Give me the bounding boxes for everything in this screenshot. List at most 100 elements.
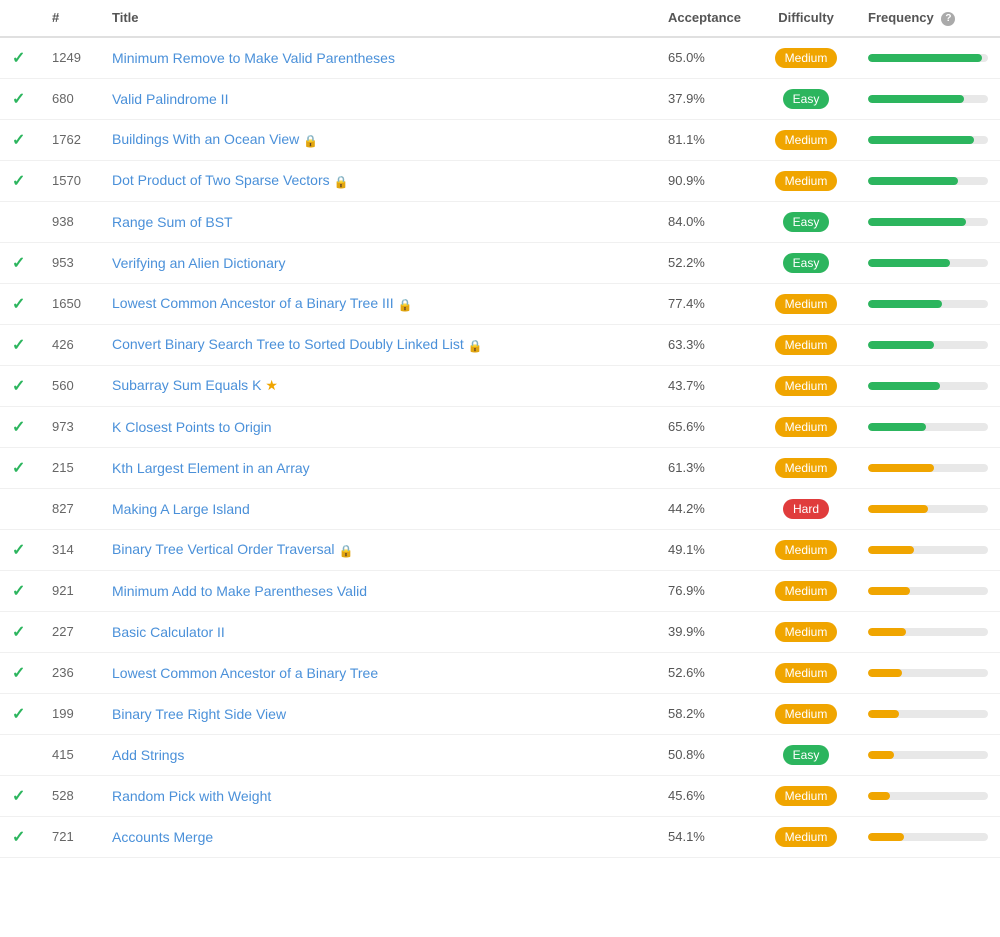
frequency-bar-background bbox=[868, 95, 988, 103]
difficulty-badge-cell: Medium bbox=[756, 324, 856, 365]
check-mark: ✓ bbox=[12, 173, 25, 190]
acceptance-rate: 58.2% bbox=[656, 693, 756, 734]
check-cell: ✓ bbox=[0, 242, 40, 283]
check-mark: ✓ bbox=[12, 706, 25, 723]
problem-title-cell: Lowest Common Ancestor of a Binary Tree bbox=[100, 652, 656, 693]
check-cell: ✓ bbox=[0, 652, 40, 693]
frequency-bar-fill bbox=[868, 833, 904, 841]
problem-title-link[interactable]: Making A Large Island bbox=[112, 501, 250, 517]
problem-title-link[interactable]: Lowest Common Ancestor of a Binary Tree bbox=[112, 665, 378, 681]
problem-title-cell: Minimum Remove to Make Valid Parentheses bbox=[100, 37, 656, 79]
problem-title-link[interactable]: Binary Tree Vertical Order Traversal bbox=[112, 541, 335, 557]
problem-title-link[interactable]: Valid Palindrome II bbox=[112, 91, 228, 107]
difficulty-badge-cell: Medium bbox=[756, 37, 856, 79]
problem-title-cell: Binary Tree Right Side View bbox=[100, 693, 656, 734]
frequency-bar-background bbox=[868, 218, 988, 226]
acceptance-rate: 90.9% bbox=[656, 160, 756, 201]
frequency-bar-fill bbox=[868, 177, 958, 185]
difficulty-badge: Easy bbox=[783, 89, 830, 109]
acceptance-rate: 61.3% bbox=[656, 447, 756, 488]
acceptance-rate: 45.6% bbox=[656, 775, 756, 816]
check-mark: ✓ bbox=[12, 542, 25, 559]
problem-number: 426 bbox=[40, 324, 100, 365]
problem-title-link[interactable]: Kth Largest Element in an Array bbox=[112, 460, 310, 476]
acceptance-rate: 37.9% bbox=[656, 78, 756, 119]
check-mark: ✓ bbox=[12, 583, 25, 600]
problem-title-link[interactable]: Subarray Sum Equals K bbox=[112, 377, 261, 393]
acceptance-rate: 52.6% bbox=[656, 652, 756, 693]
frequency-bar-fill bbox=[868, 669, 902, 677]
problem-number: 1650 bbox=[40, 283, 100, 324]
problem-title-link[interactable]: Minimum Add to Make Parentheses Valid bbox=[112, 583, 367, 599]
lock-icon: 🔒 bbox=[398, 298, 413, 312]
frequency-bar-background bbox=[868, 546, 988, 554]
frequency-bar-cell bbox=[856, 119, 1000, 160]
acceptance-rate: 44.2% bbox=[656, 488, 756, 529]
problem-number: 938 bbox=[40, 201, 100, 242]
problem-title-link[interactable]: Buildings With an Ocean View bbox=[112, 131, 299, 147]
acceptance-header: Acceptance bbox=[656, 0, 756, 37]
difficulty-badge-cell: Medium bbox=[756, 119, 856, 160]
problems-table: # Title Acceptance Difficulty Frequency … bbox=[0, 0, 1000, 858]
frequency-help-icon[interactable]: ? bbox=[941, 12, 955, 26]
frequency-bar-cell bbox=[856, 652, 1000, 693]
acceptance-rate: 49.1% bbox=[656, 529, 756, 570]
problem-title-link[interactable]: Lowest Common Ancestor of a Binary Tree … bbox=[112, 295, 394, 311]
num-header: # bbox=[40, 0, 100, 37]
problem-number: 236 bbox=[40, 652, 100, 693]
difficulty-badge: Medium bbox=[775, 294, 838, 314]
frequency-bar-cell bbox=[856, 775, 1000, 816]
check-cell: ✓ bbox=[0, 283, 40, 324]
problem-title-link[interactable]: Minimum Remove to Make Valid Parentheses bbox=[112, 50, 395, 66]
problem-title-cell: Lowest Common Ancestor of a Binary Tree … bbox=[100, 283, 656, 324]
frequency-bar-cell bbox=[856, 283, 1000, 324]
problem-title-cell: Kth Largest Element in an Array bbox=[100, 447, 656, 488]
problem-number: 314 bbox=[40, 529, 100, 570]
frequency-bar-cell bbox=[856, 447, 1000, 488]
frequency-bar-background bbox=[868, 464, 988, 472]
problem-title-cell: Accounts Merge bbox=[100, 816, 656, 857]
difficulty-badge-cell: Medium bbox=[756, 160, 856, 201]
frequency-bar-background bbox=[868, 669, 988, 677]
problem-title-link[interactable]: Dot Product of Two Sparse Vectors bbox=[112, 172, 330, 188]
frequency-bar-cell bbox=[856, 693, 1000, 734]
problem-title-link[interactable]: Verifying an Alien Dictionary bbox=[112, 255, 286, 271]
problem-title-cell: Basic Calculator II bbox=[100, 611, 656, 652]
frequency-bar-background bbox=[868, 833, 988, 841]
difficulty-badge: Medium bbox=[775, 376, 838, 396]
problem-title-link[interactable]: Accounts Merge bbox=[112, 829, 213, 845]
problem-title-link[interactable]: Range Sum of BST bbox=[112, 214, 233, 230]
check-cell: ✓ bbox=[0, 775, 40, 816]
frequency-bar-cell bbox=[856, 160, 1000, 201]
difficulty-badge-cell: Medium bbox=[756, 570, 856, 611]
frequency-bar-cell bbox=[856, 611, 1000, 652]
frequency-bar-cell bbox=[856, 816, 1000, 857]
frequency-bar-fill bbox=[868, 628, 906, 636]
difficulty-badge: Easy bbox=[783, 745, 830, 765]
frequency-bar-cell bbox=[856, 570, 1000, 611]
frequency-bar-background bbox=[868, 587, 988, 595]
frequency-bar-fill bbox=[868, 341, 934, 349]
frequency-bar-fill bbox=[868, 300, 942, 308]
difficulty-badge: Medium bbox=[775, 786, 838, 806]
check-cell: ✓ bbox=[0, 37, 40, 79]
problem-title-link[interactable]: Random Pick with Weight bbox=[112, 788, 271, 804]
problem-title-link[interactable]: Basic Calculator II bbox=[112, 624, 225, 640]
frequency-bar-cell bbox=[856, 488, 1000, 529]
check-cell: ✓ bbox=[0, 570, 40, 611]
problem-title-link[interactable]: Convert Binary Search Tree to Sorted Dou… bbox=[112, 336, 464, 352]
check-cell bbox=[0, 201, 40, 242]
check-cell: ✓ bbox=[0, 406, 40, 447]
problem-title-link[interactable]: K Closest Points to Origin bbox=[112, 419, 272, 435]
problem-title-cell: Range Sum of BST bbox=[100, 201, 656, 242]
problems-table-container: # Title Acceptance Difficulty Frequency … bbox=[0, 0, 1000, 858]
frequency-bar-background bbox=[868, 423, 988, 431]
table-row: ✓1570Dot Product of Two Sparse Vectors🔒9… bbox=[0, 160, 1000, 201]
check-cell: ✓ bbox=[0, 447, 40, 488]
problem-title-link[interactable]: Add Strings bbox=[112, 747, 184, 763]
problem-number: 827 bbox=[40, 488, 100, 529]
problem-title-link[interactable]: Binary Tree Right Side View bbox=[112, 706, 286, 722]
check-mark: ✓ bbox=[12, 337, 25, 354]
frequency-bar-cell bbox=[856, 406, 1000, 447]
difficulty-badge: Medium bbox=[775, 663, 838, 683]
